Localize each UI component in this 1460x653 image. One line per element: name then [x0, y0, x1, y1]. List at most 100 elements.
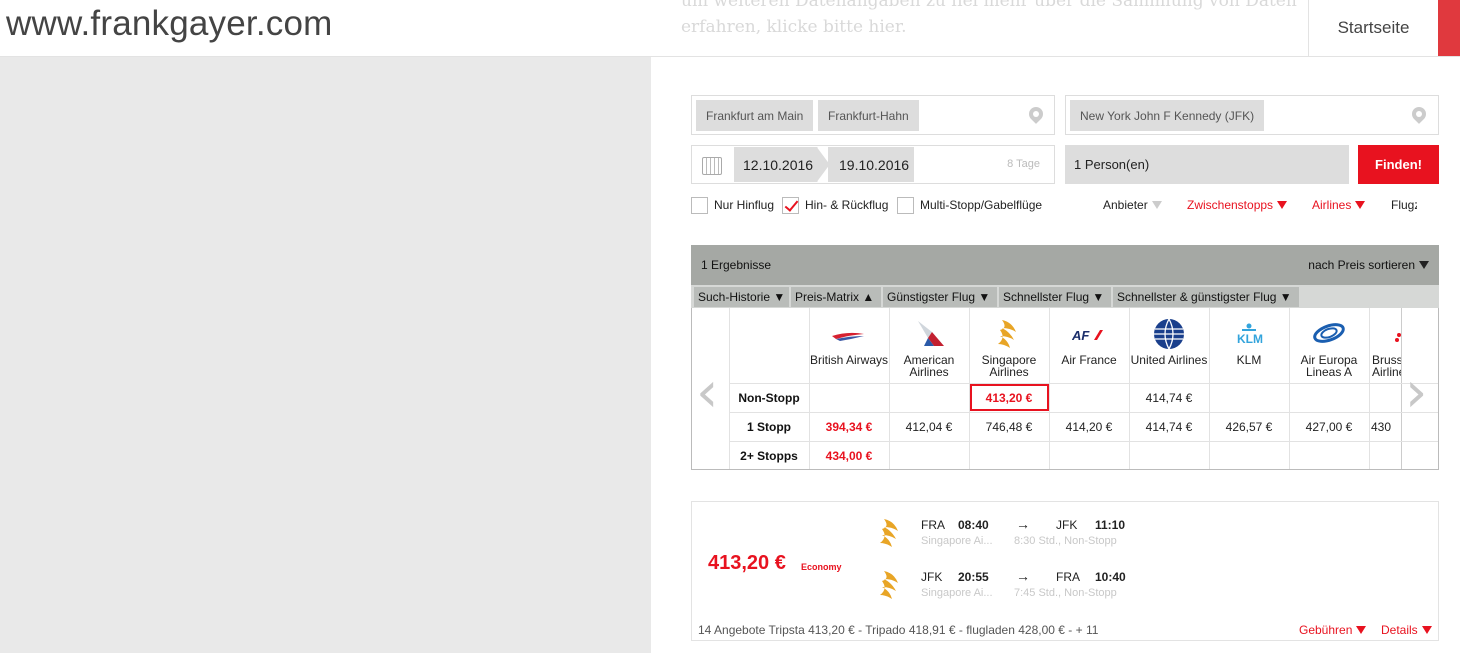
tab-fastest-flight[interactable]: Schnellster Flug ▼	[999, 287, 1111, 307]
menu-accent-bar[interactable]	[1438, 0, 1460, 56]
roundtrip-option[interactable]: Hin- & Rückflug	[782, 196, 888, 214]
tab-cheapest-flight[interactable]: Günstigster Flug ▼	[883, 287, 997, 307]
nav-startseite[interactable]: Startseite	[1308, 0, 1438, 56]
outbound-to: JFK	[1056, 518, 1078, 532]
chevron-down-icon	[1151, 201, 1162, 209]
fees-link[interactable]: Gebühren	[1299, 623, 1367, 637]
departure-date[interactable]: 12.10.2016	[734, 147, 818, 182]
svg-text:KLM: KLM	[1237, 332, 1263, 344]
inbound-to: FRA	[1056, 570, 1080, 584]
matrix-cell[interactable]: 414,74 €	[1129, 391, 1209, 405]
matrix-row-divider	[729, 412, 1438, 413]
offers-summary[interactable]: 14 Angebote Tripsta 413,20 € - Tripado 4…	[698, 623, 1098, 637]
oneway-checkbox[interactable]	[691, 196, 708, 214]
klm-logo-icon[interactable]: KLM	[1233, 322, 1265, 344]
roundtrip-checkbox[interactable]	[782, 196, 799, 214]
site-header: um weiteren Datenangaben zu fiel mehr üb…	[0, 0, 1460, 57]
matrix-cell[interactable]: 414,20 €	[1049, 420, 1129, 434]
matrix-cell[interactable]: 426,57 €	[1209, 420, 1289, 434]
inbound-arrival: 10:40	[1095, 570, 1126, 584]
left-blank-panel	[0, 57, 651, 653]
outbound-airline: Singapore Ai...	[921, 535, 993, 547]
matrix-divider	[809, 308, 810, 469]
outbound-info: 8:30 Std., Non-Stopp	[1014, 535, 1117, 547]
tab-price-matrix[interactable]: Preis-Matrix ▲	[791, 287, 881, 307]
matrix-cell[interactable]: 430	[1369, 420, 1401, 434]
airline-name[interactable]: Air Europa Lineas A	[1289, 354, 1369, 378]
inbound-info: 7:45 Std., Non-Stopp	[1014, 587, 1117, 599]
matrix-divider	[1289, 308, 1290, 469]
row-label-1stop: 1 Stopp	[747, 420, 791, 434]
arrow-right-icon: →	[1016, 568, 1030, 584]
date-field[interactable]: 12.10.2016 19.10.2016 8 Tage	[691, 145, 1055, 184]
matrix-cell[interactable]: 746,48 €	[969, 420, 1049, 434]
inbound-airline: Singapore Ai...	[921, 587, 993, 599]
background-notice-text: um weiteren Datenangaben zu fiel mehr üb…	[681, 0, 1301, 37]
matrix-divider	[729, 308, 730, 469]
singapore-airlines-logo-icon[interactable]	[996, 318, 1024, 350]
united-airlines-logo-icon[interactable]	[1153, 318, 1185, 350]
matrix-cell[interactable]: 414,74 €	[1129, 420, 1209, 434]
matrix-cell[interactable]: 434,00 €	[809, 449, 889, 463]
origin-chip[interactable]: Frankfurt am Main	[696, 100, 814, 131]
matrix-cell[interactable]: 394,34 €	[809, 420, 889, 434]
matrix-divider	[1369, 308, 1370, 469]
outbound-arrival: 11:10	[1095, 518, 1126, 532]
outbound-departure: 08:40	[958, 518, 989, 532]
sort-select[interactable]: nach Preis sortieren	[1308, 258, 1429, 272]
location-pin-icon	[1409, 104, 1429, 127]
filter-provider[interactable]: Anbieter	[1103, 198, 1162, 212]
multistop-option[interactable]: Multi-Stopp/Gabelflüge	[897, 196, 1042, 214]
airline-name[interactable]: United Airlines	[1129, 354, 1209, 366]
airline-name[interactable]: Brussels Airlines	[1369, 354, 1401, 378]
details-link[interactable]: Details	[1381, 623, 1432, 637]
passengers-select[interactable]: 1 Person(en)	[1065, 145, 1349, 184]
tab-fastest-cheapest[interactable]: Schnellster & günstigster Flug ▼	[1113, 287, 1299, 307]
destination-field[interactable]: New York John F Kennedy (JFK)	[1065, 95, 1439, 135]
origin-field[interactable]: Frankfurt am Main Frankfurt-Hahn	[691, 95, 1055, 135]
matrix-divider	[1209, 308, 1210, 469]
calendar-icon	[702, 157, 722, 175]
destination-chip[interactable]: New York John F Kennedy (JFK)	[1070, 100, 1265, 131]
results-header: 1 Ergebnisse nach Preis sortieren	[691, 245, 1439, 285]
results-tabs: Such-Historie ▼ Preis-Matrix ▲ Günstigst…	[691, 285, 1439, 308]
brussels-airlines-logo-icon[interactable]	[1392, 332, 1402, 346]
filter-stops[interactable]: Zwischenstopps	[1187, 198, 1288, 212]
matrix-row-divider	[729, 383, 1438, 384]
chevron-left-icon[interactable]: ‹	[696, 360, 718, 425]
british-airways-logo-icon[interactable]	[830, 328, 868, 344]
matrix-cell[interactable]: 427,00 €	[1289, 420, 1369, 434]
filter-airlines[interactable]: Airlines	[1312, 198, 1366, 212]
chevron-down-icon	[1421, 626, 1432, 634]
tab-search-history[interactable]: Such-Historie ▼	[694, 287, 789, 307]
matrix-cell[interactable]: 412,04 €	[889, 420, 969, 434]
price-matrix: AF KLM British Airways American Airlines…	[691, 308, 1439, 470]
chevron-down-icon	[1355, 201, 1366, 209]
site-title[interactable]: www.frankgayer.com	[6, 4, 333, 44]
air-europa-logo-icon[interactable]	[1312, 322, 1346, 344]
find-button[interactable]: Finden!	[1358, 145, 1439, 184]
chevron-right-icon[interactable]: ›	[1405, 360, 1427, 425]
matrix-row-divider	[729, 441, 1438, 442]
multistop-checkbox[interactable]	[897, 196, 914, 214]
outbound-from: FRA	[921, 518, 945, 532]
singapore-airlines-logo-icon	[880, 519, 898, 547]
airline-name[interactable]: American Airlines	[889, 354, 969, 378]
airline-name[interactable]: KLM	[1209, 354, 1289, 366]
cabin-class: Economy	[801, 562, 842, 572]
filter-times[interactable]: Flugz	[1391, 198, 1417, 212]
airline-name[interactable]: Air France	[1049, 354, 1129, 366]
return-date[interactable]: 19.10.2016	[828, 147, 914, 182]
matrix-cell[interactable]: 413,20 €	[969, 391, 1049, 405]
inbound-departure: 20:55	[958, 570, 989, 584]
oneway-option[interactable]: Nur Hinflug	[691, 196, 774, 214]
flight-result-card[interactable]: 413,20 € Economy FRA 08:40 → JFK 11:10 S…	[691, 501, 1439, 641]
air-france-logo-icon[interactable]: AF	[1072, 328, 1106, 342]
flight-price: 413,20 €	[708, 552, 786, 574]
arrow-right-icon: →	[1016, 516, 1030, 532]
airline-name[interactable]: Singapore Airlines	[969, 354, 1049, 378]
origin-chip[interactable]: Frankfurt-Hahn	[818, 100, 919, 131]
airline-name[interactable]: British Airways	[809, 354, 889, 366]
american-airlines-logo-icon[interactable]	[914, 318, 946, 350]
matrix-divider	[1049, 308, 1050, 469]
